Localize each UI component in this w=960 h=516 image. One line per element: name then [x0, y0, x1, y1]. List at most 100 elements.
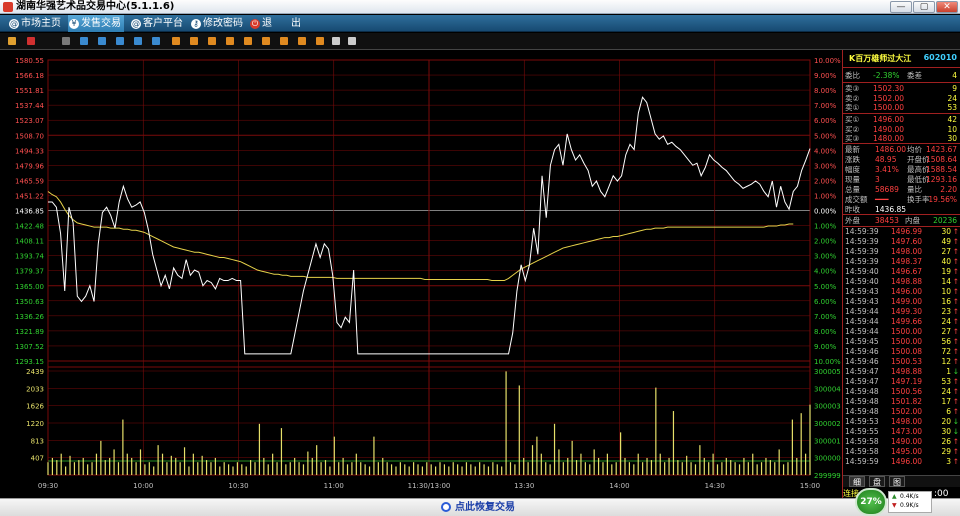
- toolbar-tool-icon[interactable]: [27, 37, 35, 45]
- pct-tick-label: 10.00%: [814, 57, 841, 65]
- tick-time: 14:59:48: [845, 407, 879, 416]
- price-tick-label: 1393.74: [15, 253, 44, 261]
- toolbar-tool-icon[interactable]: [298, 37, 306, 45]
- panel-tab[interactable]: 盘: [869, 476, 885, 487]
- stat-label: 换手率: [907, 195, 930, 204]
- tick-direction-icon: ↑: [952, 297, 959, 306]
- toolbar-tool-icon[interactable]: [348, 37, 356, 45]
- stat-value: 1423.67: [925, 145, 957, 154]
- tick-price: 1498.00: [891, 417, 923, 426]
- toolbar-tool-icon[interactable]: [62, 37, 70, 45]
- tick-row: 14:59:43 1496.00 10 ↑: [845, 287, 959, 297]
- tick-time: 14:59:48: [845, 397, 879, 406]
- sell-level: 卖③ 1502.30 9: [845, 84, 959, 94]
- toolbar-tool-icon[interactable]: [332, 37, 340, 45]
- minimize-button[interactable]: —: [890, 1, 912, 13]
- sell-volume: 9: [952, 84, 957, 93]
- pct-tick-label: 4.00%: [814, 147, 837, 155]
- tick-direction-icon: ↑: [952, 377, 959, 386]
- toolbar-tool-icon[interactable]: [134, 37, 142, 45]
- stat-label: 总量: [845, 185, 860, 194]
- stat-row: 现量 3 最低价 1293.16: [845, 175, 959, 185]
- tick-row: 14:59:48 1501.82 17 ↑: [845, 397, 959, 407]
- menu-label: 市场主页: [21, 18, 61, 29]
- panel-tab[interactable]: 图: [889, 476, 905, 487]
- time-tick-label: 14:00: [609, 482, 629, 490]
- toolbar-tool-icon[interactable]: [316, 37, 324, 45]
- tick-volume: 29: [941, 447, 951, 456]
- maximize-button[interactable]: ▢: [913, 1, 935, 13]
- tick-time: 14:59:39: [845, 247, 879, 256]
- price-tick-label: 1566.18: [15, 72, 44, 80]
- tick-volume: 24: [941, 317, 951, 326]
- menu-issue-trading[interactable]: ¥ 发售交易: [68, 15, 124, 32]
- pct-tick-label: 8.00%: [814, 87, 837, 95]
- sell-level: 卖② 1502.00 24: [845, 94, 959, 104]
- tick-row: 14:59:46 1500.53 12 ↑: [845, 357, 959, 367]
- price-tick-label: 1436.85: [15, 208, 44, 216]
- menu-bar: @ 市场主页 ¥ 发售交易 @ 客户平台 ⚷ 修改密码 ⏻ 退 出: [0, 15, 960, 32]
- stat-value: 2.20: [940, 185, 957, 194]
- toolbar-tool-icon[interactable]: [262, 37, 270, 45]
- menu-exit[interactable]: ⏻ 退: [249, 15, 279, 32]
- toolbar-tool-icon[interactable]: [116, 37, 124, 45]
- quote-panel: K百万雄师过大江 602010 委比 -2.38% 委差 4 卖③ 1502.30 9 卖② 150…: [842, 50, 960, 498]
- tick-price: 1500.00: [891, 327, 923, 336]
- tick-row: 14:59:58 1490.00 26 ↑: [845, 437, 959, 447]
- price-tick-label: 1479.96: [15, 162, 44, 170]
- toolbar-tool-icon[interactable]: [98, 37, 106, 45]
- tick-price: 1499.00: [891, 297, 923, 306]
- weibi-value: -2.38%: [873, 71, 900, 80]
- toolbar-tool-icon[interactable]: [280, 37, 288, 45]
- price-tick-label: 1451.22: [15, 192, 44, 200]
- sell-level: 卖① 1500.00 53: [845, 103, 959, 113]
- tick-direction-icon: ↑: [952, 277, 959, 286]
- toolbar-tool-icon[interactable]: [152, 37, 160, 45]
- tick-price: 1473.00: [891, 427, 923, 436]
- menu-exit-2[interactable]: 出: [278, 15, 308, 32]
- tick-time: 14:59:47: [845, 367, 879, 376]
- tick-direction-icon: ↑: [952, 327, 959, 336]
- tick-row: 14:59:40 1498.88 14 ↑: [845, 277, 959, 287]
- tick-row: 14:59:55 1473.00 30 ↓: [845, 427, 959, 437]
- menu-change-password[interactable]: ⚷ 修改密码: [190, 15, 246, 32]
- stat-value: 48.95: [875, 155, 897, 164]
- toolbar-tool-icon[interactable]: [190, 37, 198, 45]
- pct-tick-label: 9.00%: [814, 343, 837, 351]
- price-tick-label: 1365.00: [15, 283, 44, 291]
- tick-volume: 3: [946, 457, 951, 466]
- stock-header[interactable]: K百万雄师过大江 602010: [843, 50, 960, 68]
- toolbar-tool-icon[interactable]: [226, 37, 234, 45]
- tick-time: 14:59:40: [845, 277, 879, 286]
- tick-row: 14:59:39 1496.99 30 ↑: [845, 227, 959, 237]
- sell-price: 1502.00: [873, 93, 905, 103]
- tick-direction-icon: ↑: [952, 287, 959, 296]
- toolbar-tool-icon[interactable]: [8, 37, 16, 45]
- key-icon: ⚷: [191, 19, 201, 29]
- pct-tick-label: 6.00%: [814, 117, 837, 125]
- tick-direction-icon: ↑: [952, 257, 959, 266]
- restore-trading-link[interactable]: 点此恢复交易: [455, 499, 515, 516]
- tick-time: 14:59:44: [845, 317, 879, 326]
- toolbar-tool-icon[interactable]: [80, 37, 88, 45]
- time-tick-label: 14:30: [705, 482, 725, 490]
- close-button[interactable]: ✕: [936, 1, 958, 13]
- menu-market-home[interactable]: @ 市场主页: [8, 15, 63, 32]
- tick-volume: 30: [941, 427, 951, 436]
- tick-volume: 27: [941, 247, 951, 256]
- time-tick-label: 10:00: [133, 482, 153, 490]
- network-gauge[interactable]: 27%: [855, 488, 887, 516]
- menu-client-platform[interactable]: @ 客户平台: [130, 15, 186, 32]
- volume-right-tick-label: 300003: [814, 403, 841, 411]
- volume-right-tick-label: 299999: [814, 472, 841, 480]
- toolbar-tool-icon[interactable]: [172, 37, 180, 45]
- intraday-chart[interactable]: 1580.55 10.00% 1566.18 9.00% 1551.81 8.00% 153…: [0, 50, 842, 498]
- toolbar-tool-icon[interactable]: [208, 37, 216, 45]
- panel-tab[interactable]: 细: [849, 476, 865, 487]
- tick-price: 1500.56: [891, 387, 923, 396]
- network-speeds: ▲ 0.4K/s ▼ 0.9K/s: [888, 491, 932, 513]
- buy-volume: 42: [947, 115, 957, 124]
- stat-label: 现量: [845, 175, 860, 184]
- weicha-value: 4: [952, 71, 957, 80]
- toolbar-tool-icon[interactable]: [244, 37, 252, 45]
